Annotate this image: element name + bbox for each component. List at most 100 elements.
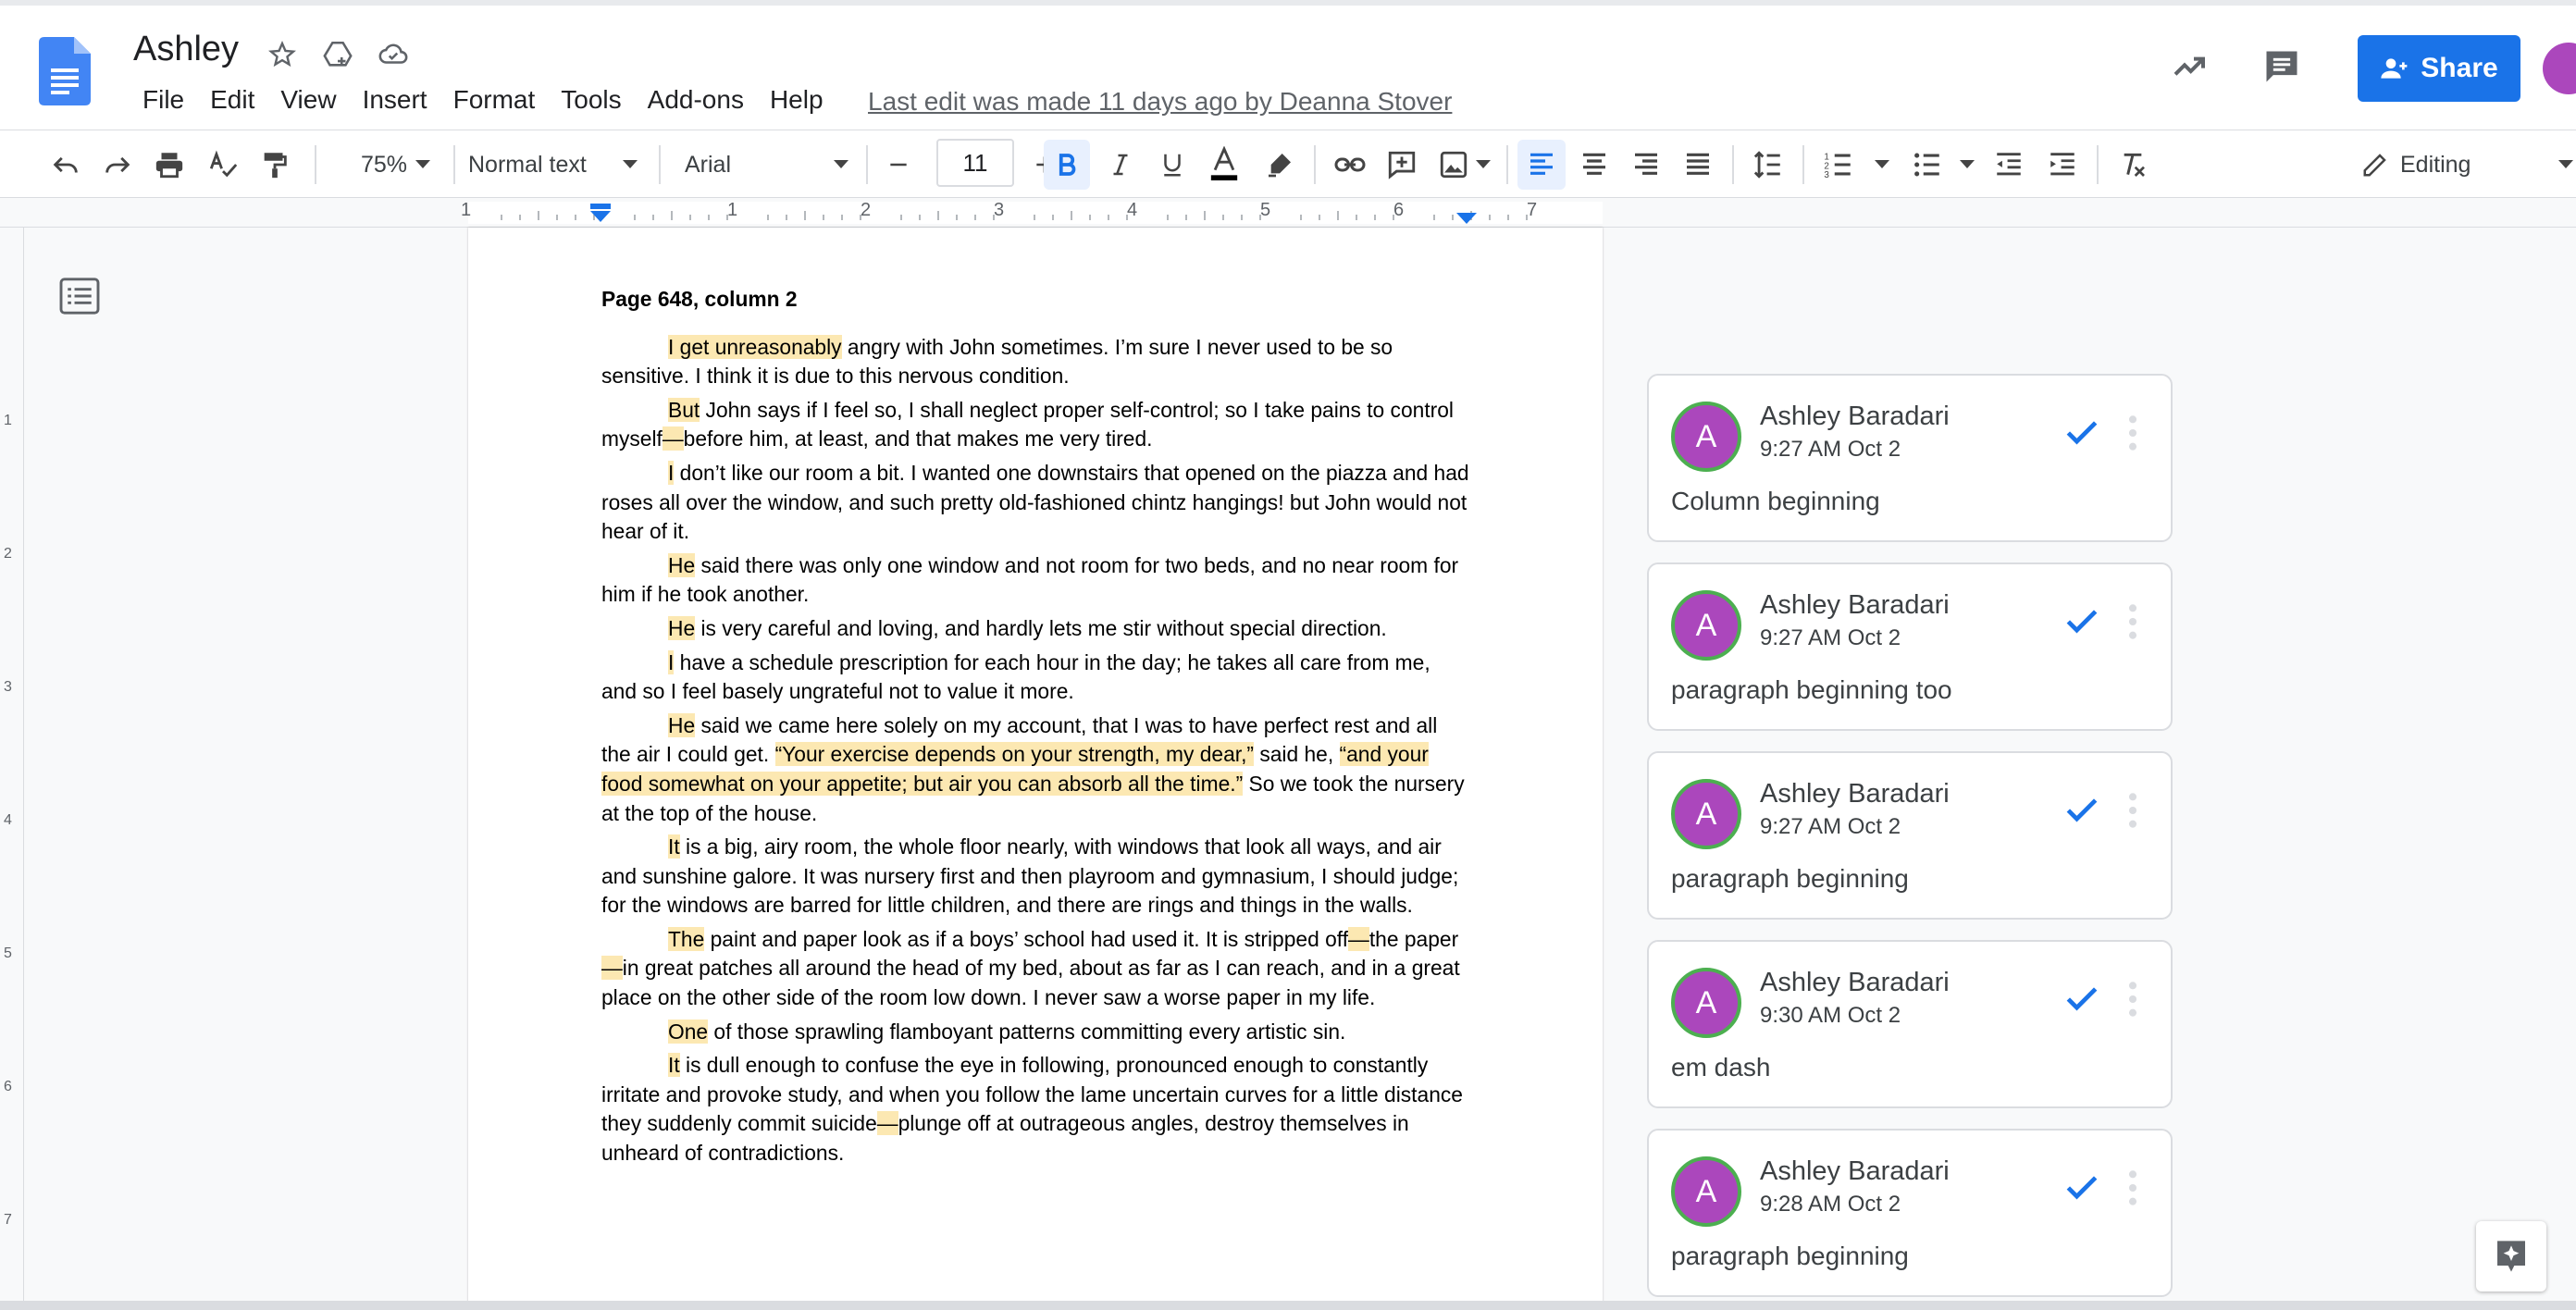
star-icon[interactable]	[263, 35, 302, 74]
highlighted-text[interactable]: But	[668, 397, 700, 422]
more-options-icon[interactable]	[2126, 601, 2139, 642]
highlighted-text[interactable]: He	[668, 712, 696, 737]
font-size-input[interactable]: 11	[936, 139, 1014, 187]
comment-card[interactable]: A Ashley Baradari 9:27 AM Oct 2 Column b…	[1647, 374, 2173, 542]
editing-mode-select[interactable]: Editing	[2361, 130, 2528, 199]
more-options-icon[interactable]	[2126, 979, 2139, 1020]
activity-dashboard-icon[interactable]	[2171, 48, 2208, 90]
vertical-ruler[interactable]: 1 2 3 4 5 6 7	[0, 228, 24, 1310]
paragraph-text: paint and paper look as if a boys’ schoo…	[704, 926, 1349, 951]
share-label: Share	[2421, 53, 2498, 83]
menu-view[interactable]: View	[267, 85, 349, 115]
font-family-select[interactable]: Arial	[685, 130, 814, 199]
resolve-check-icon[interactable]	[2062, 601, 2102, 642]
highlighted-text[interactable]: He	[668, 615, 696, 640]
cloud-saved-icon[interactable]	[374, 35, 413, 74]
menu-help[interactable]: Help	[757, 85, 836, 115]
left-indent-marker-icon[interactable]	[588, 202, 613, 226]
comment-card[interactable]: A Ashley Baradari 9:28 AM Oct 2 paragrap…	[1647, 1129, 2173, 1297]
document-title[interactable]: Ashley	[133, 30, 239, 69]
add-comment-icon[interactable]	[1379, 130, 1425, 199]
numbered-list-caret-icon[interactable]	[1869, 130, 1895, 199]
paragraph-text: the paper	[1368, 926, 1459, 951]
justify-icon[interactable]	[1675, 130, 1721, 199]
style-caret-icon[interactable]	[616, 130, 644, 199]
menu-edit[interactable]: Edit	[197, 85, 267, 115]
decrease-font-size-icon[interactable]	[875, 130, 922, 199]
print-icon[interactable]	[150, 130, 189, 199]
highlighted-em-dash[interactable]: —	[876, 1111, 898, 1136]
menu-tools[interactable]: Tools	[548, 85, 634, 115]
docs-logo-icon[interactable]	[39, 37, 91, 105]
move-to-drive-icon[interactable]	[318, 35, 357, 74]
horizontal-scrollbar[interactable]	[0, 1301, 2576, 1310]
account-avatar[interactable]	[2543, 43, 2576, 94]
bulleted-list-icon[interactable]	[1904, 130, 1951, 199]
share-button[interactable]: Share	[2358, 35, 2520, 102]
paragraph-style-select[interactable]: Normal text	[468, 130, 622, 199]
more-options-icon[interactable]	[2126, 1168, 2139, 1208]
document-outline-icon[interactable]	[59, 278, 100, 315]
bulleted-list-caret-icon[interactable]	[1954, 130, 1980, 199]
highlighted-em-dash[interactable]: —	[1348, 926, 1369, 951]
font-size-value: 11	[962, 148, 988, 177]
comment-card[interactable]: A Ashley Baradari 9:27 AM Oct 2 paragrap…	[1647, 751, 2173, 920]
highlighted-text[interactable]: The	[668, 926, 705, 951]
zoom-caret-icon[interactable]	[409, 130, 437, 199]
increase-indent-icon[interactable]	[2039, 130, 2086, 199]
horizontal-ruler[interactable]: 1 1 2 3 4 5 6 7	[0, 198, 2576, 228]
comment-author: Ashley Baradari	[1760, 968, 1950, 997]
highlighted-text[interactable]: One	[668, 1019, 709, 1044]
highlighted-text[interactable]: It	[668, 1053, 680, 1078]
underline-icon[interactable]	[1149, 130, 1195, 199]
highlighted-quote[interactable]: “Your exercise depends on your strength,…	[774, 742, 1255, 767]
vruler-mark: 7	[4, 1212, 12, 1228]
vruler-mark: 4	[4, 812, 12, 828]
text-color-icon[interactable]	[1201, 130, 1247, 199]
align-center-icon[interactable]	[1571, 130, 1617, 199]
menu-file[interactable]: File	[130, 85, 197, 115]
comment-history-icon[interactable]	[2261, 46, 2302, 92]
bold-button[interactable]	[1044, 140, 1090, 190]
undo-icon[interactable]	[46, 130, 85, 199]
highlighted-text[interactable]: It	[668, 834, 680, 859]
clear-formatting-icon[interactable]	[2110, 130, 2156, 199]
align-right-icon[interactable]	[1623, 130, 1669, 199]
menu-format[interactable]: Format	[440, 85, 549, 115]
paragraph-text: said there was only one window and not r…	[601, 552, 1459, 607]
comment-card[interactable]: A Ashley Baradari 9:30 AM Oct 2 em dash	[1647, 940, 2173, 1108]
decrease-indent-icon[interactable]	[1986, 130, 2032, 199]
mode-caret-icon[interactable]	[2556, 130, 2576, 199]
resolve-check-icon[interactable]	[2062, 1168, 2102, 1208]
numbered-list-icon[interactable]: 123	[1815, 130, 1862, 199]
menu-add-ons[interactable]: Add-ons	[635, 85, 757, 115]
image-caret-icon[interactable]	[1471, 130, 1495, 199]
resolve-check-icon[interactable]	[2062, 413, 2102, 453]
paint-format-icon[interactable]	[255, 130, 294, 199]
highlighted-text[interactable]: I get unreasonably	[668, 334, 842, 359]
more-options-icon[interactable]	[2126, 790, 2139, 831]
highlighted-text[interactable]: He	[668, 552, 696, 577]
comment-card[interactable]: A Ashley Baradari 9:27 AM Oct 2 paragrap…	[1647, 562, 2173, 731]
paragraph-text: is very careful and loving, and hardly l…	[695, 615, 1387, 640]
menu-insert[interactable]: Insert	[350, 85, 440, 115]
italic-icon[interactable]	[1097, 130, 1144, 199]
right-indent-marker-icon[interactable]	[1455, 211, 1479, 226]
explore-button[interactable]	[2476, 1221, 2546, 1291]
redo-icon[interactable]	[98, 130, 137, 199]
font-caret-icon[interactable]	[827, 130, 855, 199]
document-body[interactable]: Page 648, column 2 I get unreasonably an…	[601, 285, 1471, 1173]
resolve-check-icon[interactable]	[2062, 979, 2102, 1020]
resolve-check-icon[interactable]	[2062, 790, 2102, 831]
insert-link-icon[interactable]	[1327, 130, 1373, 199]
highlighted-em-dash[interactable]: —	[662, 426, 684, 451]
align-left-button[interactable]	[1517, 140, 1566, 190]
line-spacing-icon[interactable]	[1745, 130, 1791, 199]
document-page[interactable]: Page 648, column 2 I get unreasonably an…	[468, 228, 1603, 1310]
last-edit-link[interactable]: Last edit was made 11 days ago by Deanna…	[868, 87, 1452, 117]
spellcheck-icon[interactable]	[204, 130, 242, 199]
highlighted-em-dash[interactable]: —	[601, 956, 623, 981]
more-options-icon[interactable]	[2126, 413, 2139, 453]
insert-image-icon[interactable]	[1430, 130, 1477, 199]
highlight-color-icon[interactable]	[1257, 130, 1303, 199]
